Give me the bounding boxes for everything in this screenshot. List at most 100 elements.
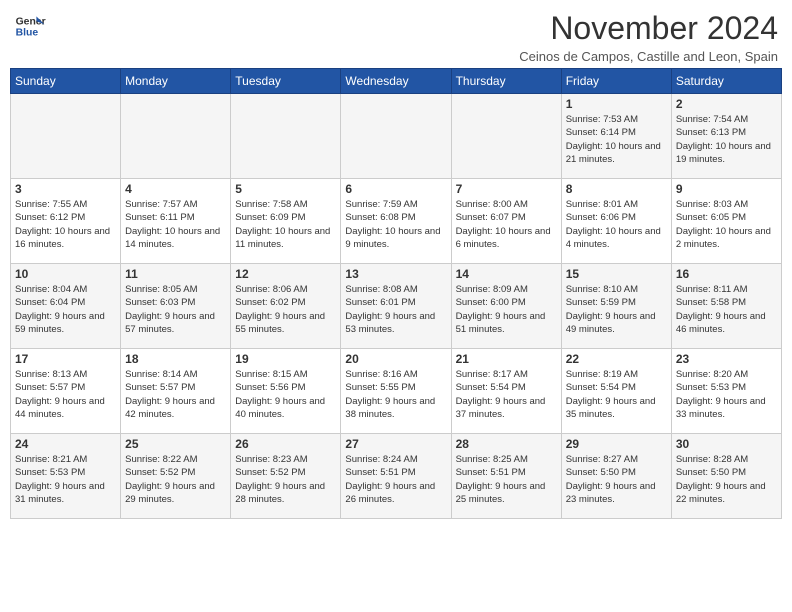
day-info: Sunrise: 8:06 AM Sunset: 6:02 PM Dayligh… [235,283,336,336]
calendar-cell: 19 Sunrise: 8:15 AM Sunset: 5:56 PM Dayli… [231,349,341,434]
day-info: Sunrise: 8:14 AM Sunset: 5:57 PM Dayligh… [125,368,226,421]
day-info: Sunrise: 8:15 AM Sunset: 5:56 PM Dayligh… [235,368,336,421]
weekday-header: Wednesday [341,69,451,94]
day-info: Sunrise: 8:19 AM Sunset: 5:54 PM Dayligh… [566,368,667,421]
day-number: 7 [456,182,557,196]
calendar-cell: 1Sunrise: 7:53 AM Sunset: 6:14 PM Daylig… [561,94,671,179]
day-info: Sunrise: 7:55 AM Sunset: 6:12 PM Dayligh… [15,198,116,251]
day-info: Sunrise: 8:25 AM Sunset: 5:51 PM Dayligh… [456,453,557,506]
calendar-cell: 12 Sunrise: 8:06 AM Sunset: 6:02 PM Dayli… [231,264,341,349]
calendar-cell: 26 Sunrise: 8:23 AM Sunset: 5:52 PM Dayli… [231,434,341,519]
day-number: 18 [125,352,226,366]
location-subtitle: Ceinos de Campos, Castille and Leon, Spa… [519,49,778,64]
calendar-cell: 10 Sunrise: 8:04 AM Sunset: 6:04 PM Dayli… [11,264,121,349]
day-number: 3 [15,182,116,196]
day-number: 13 [345,267,446,281]
day-number: 6 [345,182,446,196]
calendar-cell: 3 Sunrise: 7:55 AM Sunset: 6:12 PM Daylig… [11,179,121,264]
day-info: Sunrise: 8:21 AM Sunset: 5:53 PM Dayligh… [15,453,116,506]
day-info: Sunrise: 7:53 AM Sunset: 6:14 PM Dayligh… [566,113,667,166]
day-number: 25 [125,437,226,451]
calendar-cell [231,94,341,179]
day-number: 26 [235,437,336,451]
calendar-cell: 28 Sunrise: 8:25 AM Sunset: 5:51 PM Dayli… [451,434,561,519]
weekday-header: Saturday [671,69,781,94]
calendar-cell: 7 Sunrise: 8:00 AM Sunset: 6:07 PM Daylig… [451,179,561,264]
day-info: Sunrise: 8:16 AM Sunset: 5:55 PM Dayligh… [345,368,446,421]
day-info: Sunrise: 8:10 AM Sunset: 5:59 PM Dayligh… [566,283,667,336]
calendar-cell: 5Sunrise: 7:58 AM Sunset: 6:09 PM Daylig… [231,179,341,264]
calendar-cell: 11 Sunrise: 8:05 AM Sunset: 6:03 PM Dayli… [121,264,231,349]
day-number: 20 [345,352,446,366]
day-number: 29 [566,437,667,451]
weekday-header: Thursday [451,69,561,94]
calendar-week-row: 24 Sunrise: 8:21 AM Sunset: 5:53 PM Dayli… [11,434,782,519]
day-info: Sunrise: 8:00 AM Sunset: 6:07 PM Dayligh… [456,198,557,251]
day-info: Sunrise: 8:23 AM Sunset: 5:52 PM Dayligh… [235,453,336,506]
day-info: Sunrise: 8:05 AM Sunset: 6:03 PM Dayligh… [125,283,226,336]
calendar-cell: 16 Sunrise: 8:11 AM Sunset: 5:58 PM Dayli… [671,264,781,349]
weekday-header: Monday [121,69,231,94]
logo: General Blue [14,10,46,42]
month-title: November 2024 [519,10,778,47]
day-number: 8 [566,182,667,196]
day-info: Sunrise: 8:17 AM Sunset: 5:54 PM Dayligh… [456,368,557,421]
calendar-cell: 9Sunrise: 8:03 AM Sunset: 6:05 PM Daylig… [671,179,781,264]
calendar-cell [11,94,121,179]
calendar-cell: 25 Sunrise: 8:22 AM Sunset: 5:52 PM Dayli… [121,434,231,519]
weekday-header: Sunday [11,69,121,94]
day-info: Sunrise: 8:24 AM Sunset: 5:51 PM Dayligh… [345,453,446,506]
calendar-cell [341,94,451,179]
weekday-header: Friday [561,69,671,94]
day-number: 10 [15,267,116,281]
day-number: 24 [15,437,116,451]
weekday-header-row: SundayMondayTuesdayWednesdayThursdayFrid… [11,69,782,94]
day-number: 11 [125,267,226,281]
calendar-cell: 17Sunrise: 8:13 AM Sunset: 5:57 PM Dayli… [11,349,121,434]
day-info: Sunrise: 7:59 AM Sunset: 6:08 PM Dayligh… [345,198,446,251]
day-info: Sunrise: 7:54 AM Sunset: 6:13 PM Dayligh… [676,113,777,166]
calendar-cell: 14 Sunrise: 8:09 AM Sunset: 6:00 PM Dayli… [451,264,561,349]
day-info: Sunrise: 8:20 AM Sunset: 5:53 PM Dayligh… [676,368,777,421]
calendar-cell: 8Sunrise: 8:01 AM Sunset: 6:06 PM Daylig… [561,179,671,264]
calendar-cell: 2 Sunrise: 7:54 AM Sunset: 6:13 PM Daylig… [671,94,781,179]
weekday-header: Tuesday [231,69,341,94]
logo-icon: General Blue [14,10,46,42]
day-number: 2 [676,97,777,111]
calendar-cell: 21 Sunrise: 8:17 AM Sunset: 5:54 PM Dayli… [451,349,561,434]
calendar-cell: 29 Sunrise: 8:27 AM Sunset: 5:50 PM Dayli… [561,434,671,519]
calendar-cell: 18 Sunrise: 8:14 AM Sunset: 5:57 PM Dayli… [121,349,231,434]
day-number: 12 [235,267,336,281]
calendar-cell: 15 Sunrise: 8:10 AM Sunset: 5:59 PM Dayli… [561,264,671,349]
calendar-cell: 20 Sunrise: 8:16 AM Sunset: 5:55 PM Dayli… [341,349,451,434]
day-info: Sunrise: 8:28 AM Sunset: 5:50 PM Dayligh… [676,453,777,506]
calendar-cell: 22Sunrise: 8:19 AM Sunset: 5:54 PM Dayli… [561,349,671,434]
day-info: Sunrise: 7:58 AM Sunset: 6:09 PM Dayligh… [235,198,336,251]
day-number: 30 [676,437,777,451]
title-block: November 2024 Ceinos de Campos, Castille… [519,10,778,64]
day-number: 9 [676,182,777,196]
day-number: 15 [566,267,667,281]
day-number: 19 [235,352,336,366]
day-info: Sunrise: 8:27 AM Sunset: 5:50 PM Dayligh… [566,453,667,506]
day-number: 28 [456,437,557,451]
calendar-cell: 30 Sunrise: 8:28 AM Sunset: 5:50 PM Dayli… [671,434,781,519]
day-number: 17 [15,352,116,366]
calendar-cell: 6 Sunrise: 7:59 AM Sunset: 6:08 PM Daylig… [341,179,451,264]
day-info: Sunrise: 7:57 AM Sunset: 6:11 PM Dayligh… [125,198,226,251]
day-info: Sunrise: 8:22 AM Sunset: 5:52 PM Dayligh… [125,453,226,506]
day-number: 23 [676,352,777,366]
day-number: 21 [456,352,557,366]
svg-text:Blue: Blue [16,28,39,39]
day-number: 14 [456,267,557,281]
calendar-cell [451,94,561,179]
day-number: 16 [676,267,777,281]
calendar-cell: 24 Sunrise: 8:21 AM Sunset: 5:53 PM Dayli… [11,434,121,519]
day-info: Sunrise: 8:08 AM Sunset: 6:01 PM Dayligh… [345,283,446,336]
calendar-week-row: 17Sunrise: 8:13 AM Sunset: 5:57 PM Dayli… [11,349,782,434]
page-header: General Blue November 2024 Ceinos de Cam… [10,10,782,64]
day-info: Sunrise: 8:09 AM Sunset: 6:00 PM Dayligh… [456,283,557,336]
calendar-cell: 4Sunrise: 7:57 AM Sunset: 6:11 PM Daylig… [121,179,231,264]
day-info: Sunrise: 8:04 AM Sunset: 6:04 PM Dayligh… [15,283,116,336]
day-info: Sunrise: 8:11 AM Sunset: 5:58 PM Dayligh… [676,283,777,336]
